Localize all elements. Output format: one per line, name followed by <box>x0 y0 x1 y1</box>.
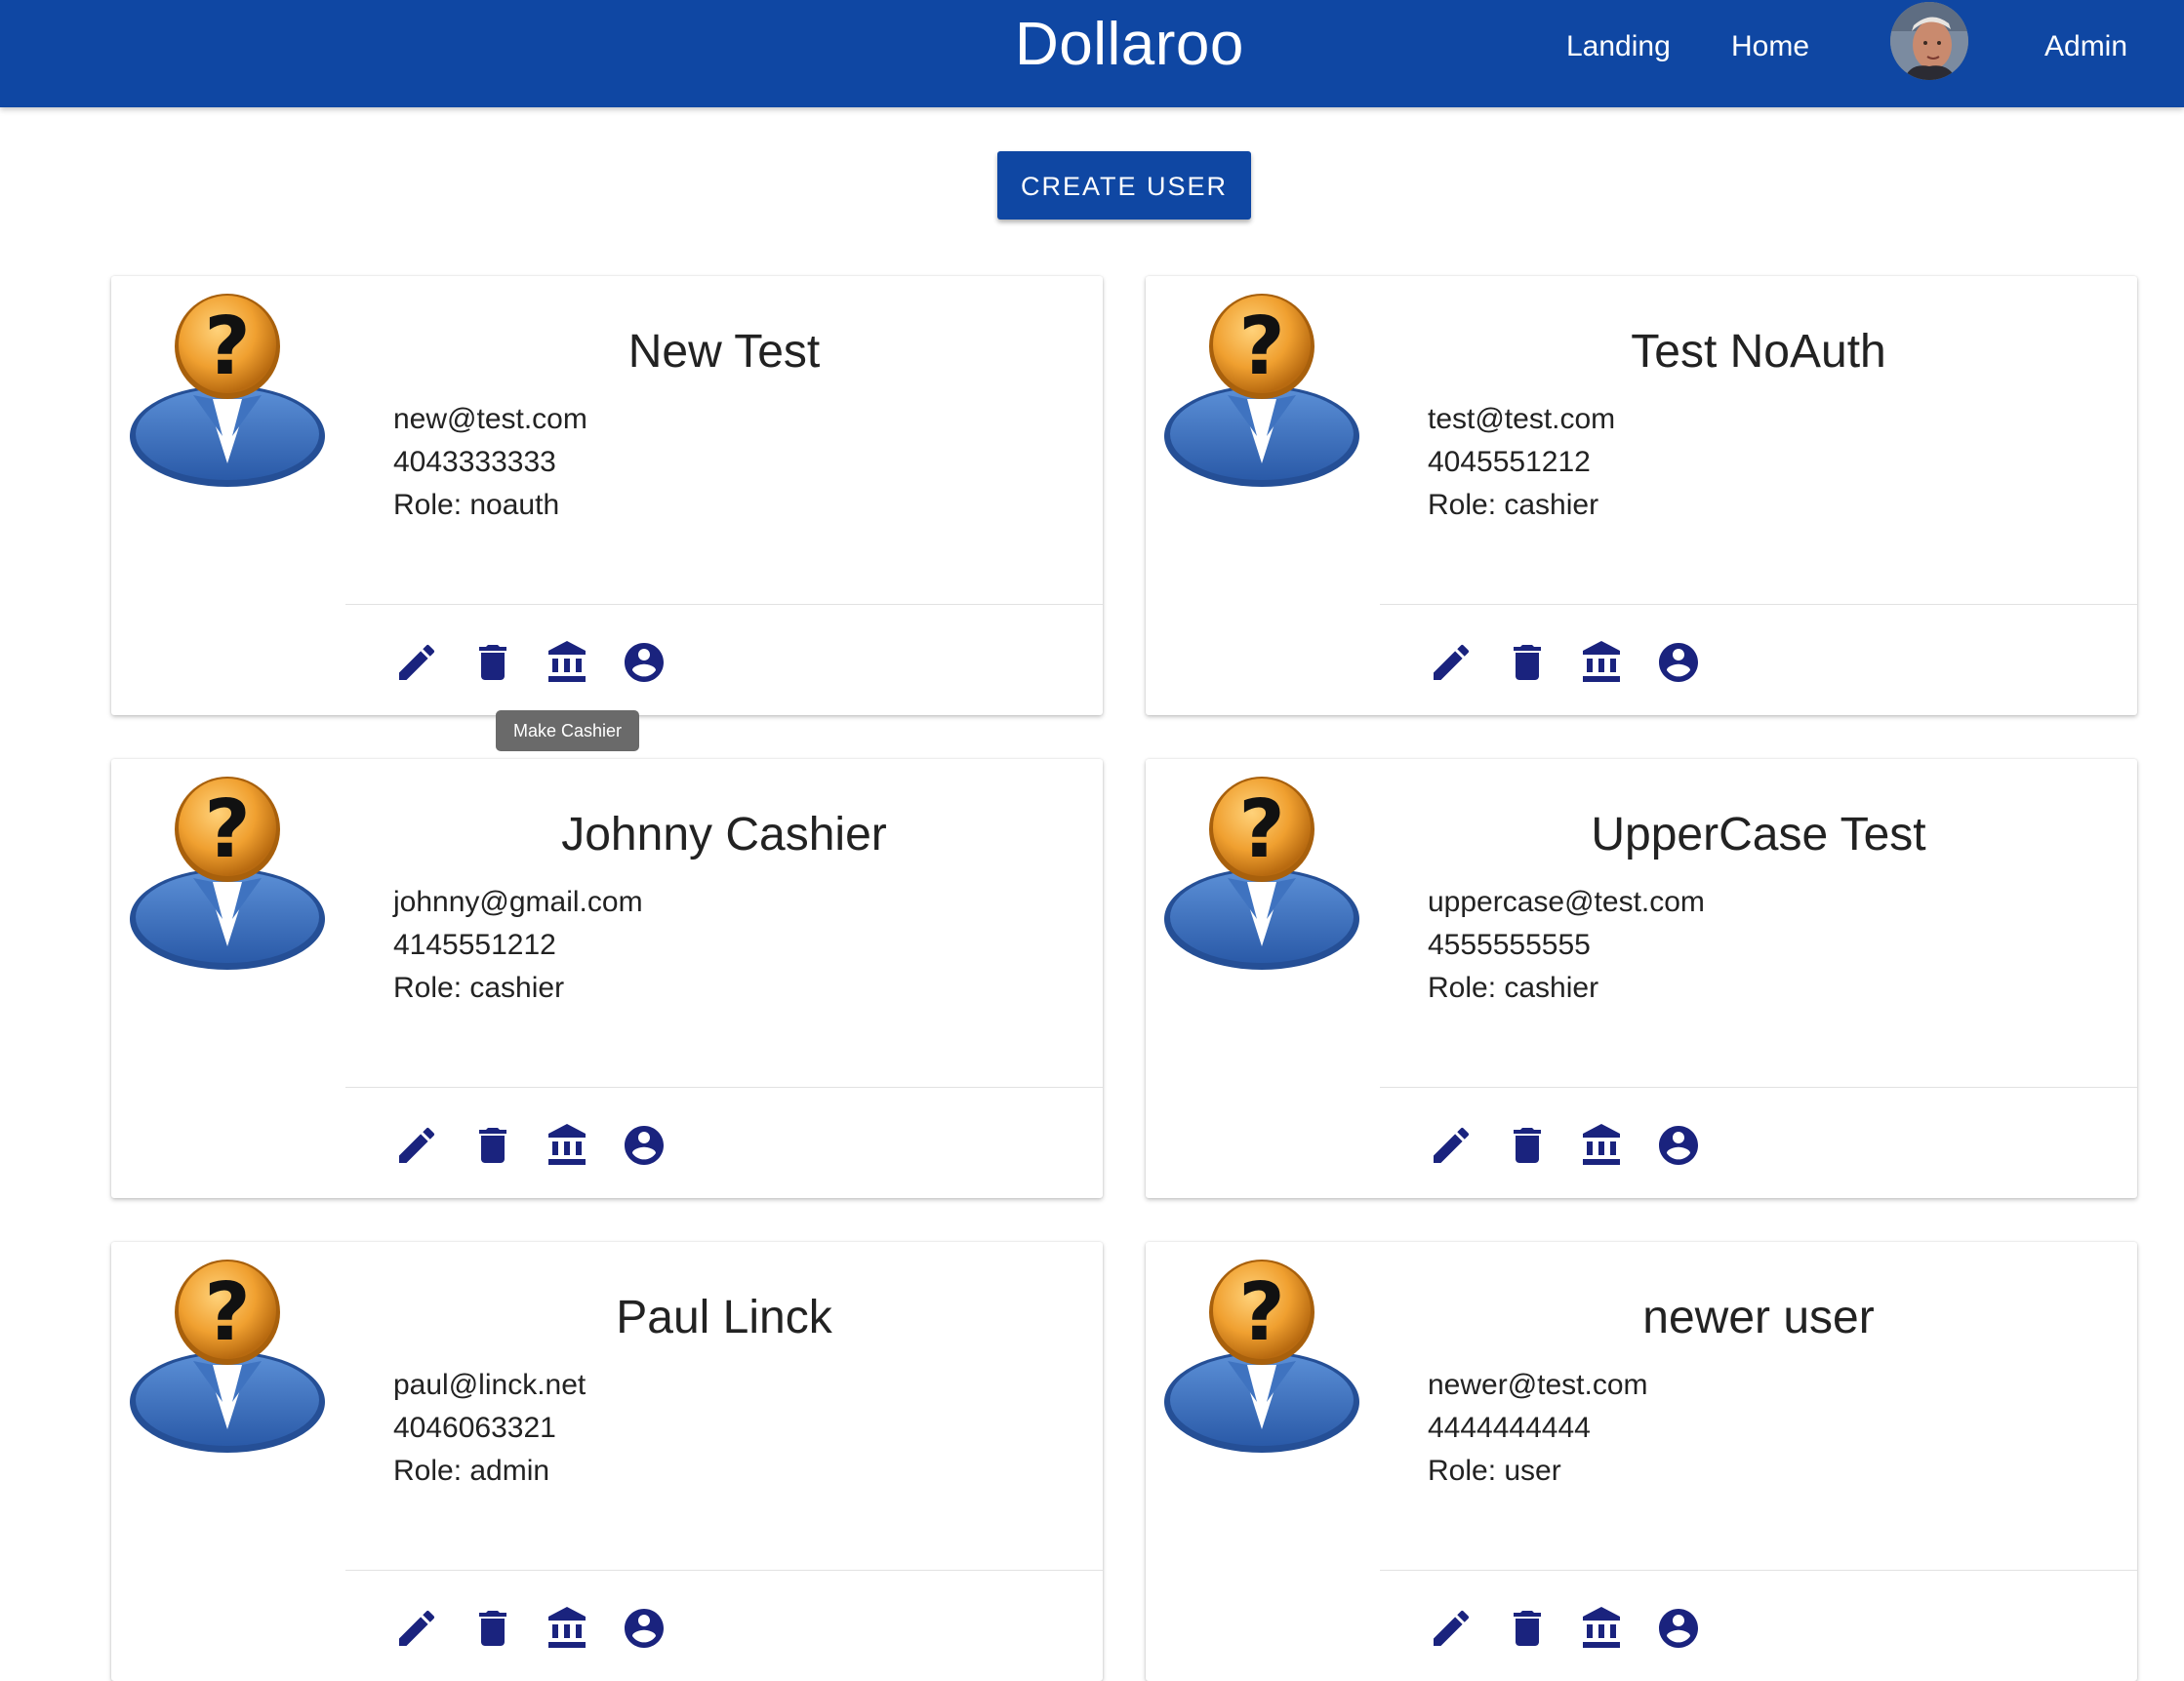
edit-icon[interactable] <box>393 639 440 686</box>
user-email: test@test.com <box>1428 403 1616 435</box>
account-circle-icon[interactable] <box>1655 1605 1702 1652</box>
edit-icon[interactable] <box>393 1122 440 1169</box>
make-cashier-tooltip: Make Cashier <box>496 710 639 751</box>
user-phone: 4555555555 <box>1428 929 1591 961</box>
create-user-button[interactable]: CREATE USER <box>997 151 1251 220</box>
user-card: ? UpperCase Test uppercase@test.com 4555555… <box>1146 759 2137 1198</box>
user-picture: ? <box>1159 773 1364 978</box>
nav-home-link[interactable]: Home <box>1731 27 1809 66</box>
edit-icon[interactable] <box>393 1605 440 1652</box>
user-role: Role: cashier <box>1428 972 1599 1004</box>
edit-icon[interactable] <box>1428 639 1475 686</box>
delete-icon[interactable] <box>1504 639 1551 686</box>
bank-icon[interactable] <box>1579 639 1626 686</box>
user-email: new@test.com <box>393 403 587 435</box>
user-name: New Test <box>627 326 821 378</box>
bank-icon[interactable] <box>545 639 591 686</box>
user-role: Role: admin <box>393 1455 550 1487</box>
user-picture: ? <box>125 773 330 978</box>
card-divider <box>345 1570 1103 1571</box>
account-circle-icon[interactable] <box>621 1122 667 1169</box>
delete-icon[interactable] <box>1504 1605 1551 1652</box>
user-picture: ? <box>125 1256 330 1461</box>
delete-icon[interactable] <box>1504 1122 1551 1169</box>
user-phone: 4045551212 <box>1428 446 1591 478</box>
user-picture: ? <box>1159 1256 1364 1461</box>
delete-icon[interactable] <box>469 639 516 686</box>
delete-icon[interactable] <box>469 1122 516 1169</box>
svg-text:?: ? <box>204 300 251 393</box>
edit-icon[interactable] <box>1428 1605 1475 1652</box>
card-divider <box>345 604 1103 605</box>
bank-icon[interactable] <box>545 1605 591 1652</box>
user-avatar[interactable] <box>1890 2 1968 80</box>
account-circle-icon[interactable] <box>621 1605 667 1652</box>
user-email: johnny@gmail.com <box>393 886 643 918</box>
unknown-user-icon: ? <box>130 1260 325 1453</box>
user-name: UpperCase Test <box>1591 809 1926 861</box>
bank-icon[interactable] <box>545 1122 591 1169</box>
svg-text:?: ? <box>1238 783 1285 876</box>
user-card: ? Paul Linck paul@linck.net 4046063321 Role:… <box>111 1242 1103 1681</box>
card-divider <box>345 1087 1103 1088</box>
user-card: ? Johnny Cashier johnny@gmail.com 414555121… <box>111 759 1103 1198</box>
unknown-user-icon: ? <box>1164 1260 1359 1453</box>
user-email: uppercase@test.com <box>1428 886 1705 918</box>
user-phone: 4043333333 <box>393 446 556 478</box>
delete-icon[interactable] <box>469 1605 516 1652</box>
user-name: Test NoAuth <box>1631 326 1886 378</box>
card-divider <box>1380 1087 2137 1088</box>
account-circle-icon[interactable] <box>1655 639 1702 686</box>
user-name: Paul Linck <box>616 1292 832 1343</box>
user-role: Role: cashier <box>1428 489 1599 521</box>
edit-icon[interactable] <box>1428 1122 1475 1169</box>
card-divider <box>1380 1570 2137 1571</box>
unknown-user-icon: ? <box>1164 294 1359 487</box>
user-role: Role: noauth <box>393 489 560 521</box>
nav-admin-link[interactable]: Admin <box>2044 27 2127 66</box>
account-circle-icon[interactable] <box>1655 1122 1702 1169</box>
nav-landing-link[interactable]: Landing <box>1566 27 1671 66</box>
svg-text:?: ? <box>1238 300 1285 393</box>
user-phone: 4046063321 <box>393 1412 556 1444</box>
user-card: ? New Test new@test.com 4043333333 Role: noa… <box>111 276 1103 715</box>
user-email: paul@linck.net <box>393 1369 586 1401</box>
account-circle-icon[interactable] <box>621 639 667 686</box>
user-picture: ? <box>125 290 330 495</box>
user-card: ? Test NoAuth test@test.com 4045551212 Role:… <box>1146 276 2137 715</box>
user-email: newer@test.com <box>1428 1369 1648 1401</box>
user-role: Role: user <box>1428 1455 1561 1487</box>
svg-text:?: ? <box>204 783 251 876</box>
unknown-user-icon: ? <box>130 294 325 487</box>
user-avatar-photo <box>1890 2 1968 80</box>
app-bar: Dollaroo Landing Home Admin <box>0 0 2184 107</box>
bank-icon[interactable] <box>1579 1605 1626 1652</box>
user-phone: 4444444444 <box>1428 1412 1591 1444</box>
user-card: ? newer user newer@test.com 4444444444 Role:… <box>1146 1242 2137 1681</box>
user-phone: 4145551212 <box>393 929 556 961</box>
bank-icon[interactable] <box>1579 1122 1626 1169</box>
unknown-user-icon: ? <box>1164 777 1359 970</box>
user-name: Johnny Cashier <box>561 809 887 861</box>
unknown-user-icon: ? <box>130 777 325 970</box>
user-role: Role: cashier <box>393 972 565 1004</box>
svg-text:?: ? <box>1238 1266 1285 1359</box>
svg-text:?: ? <box>204 1266 251 1359</box>
user-name: newer user <box>1642 1292 1875 1343</box>
card-divider <box>1380 604 2137 605</box>
app-title: Dollaroo <box>1015 11 1244 78</box>
user-picture: ? <box>1159 290 1364 495</box>
